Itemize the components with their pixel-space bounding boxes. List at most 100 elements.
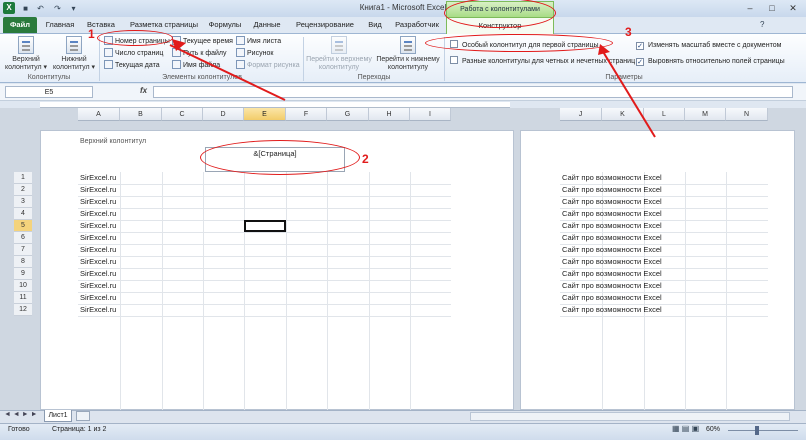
row-header[interactable]: 4 <box>14 208 32 220</box>
close-button[interactable]: ✕ <box>783 1 803 15</box>
row-header-selected[interactable]: 5 <box>14 220 32 232</box>
horizontal-scrollbar[interactable] <box>470 412 790 421</box>
align-checkbox[interactable]: ✓ <box>636 58 644 66</box>
footer-button[interactable]: Нижний колонтитул ▾ <box>52 36 96 72</box>
cell-a[interactable]: SirExcel.ru <box>80 196 116 208</box>
gridline <box>560 316 768 317</box>
cell-j[interactable]: Сайт про возможности Excel <box>562 280 662 292</box>
cell-a[interactable]: SirExcel.ru <box>80 220 116 232</box>
cell-j[interactable]: Сайт про возможности Excel <box>562 304 662 316</box>
cell-a[interactable]: SirExcel.ru <box>80 244 116 256</box>
tab-view[interactable]: Вид <box>364 17 386 34</box>
help-icon[interactable]: ? <box>760 20 764 29</box>
page-count-button[interactable]: Число страниц <box>104 48 163 59</box>
cell-a[interactable]: SirExcel.ru <box>80 304 116 316</box>
row-header[interactable]: 7 <box>14 244 32 256</box>
cell-j[interactable]: Сайт про возможности Excel <box>562 268 662 280</box>
current-time-button[interactable]: Текущее время <box>172 36 233 47</box>
cell-j[interactable]: Сайт про возможности Excel <box>562 184 662 196</box>
file-path-button[interactable]: Путь к файлу <box>172 48 226 59</box>
zoom-slider[interactable] <box>728 430 798 431</box>
cell-a[interactable]: SirExcel.ru <box>80 184 116 196</box>
column-header[interactable]: B <box>120 108 162 121</box>
cell-j[interactable]: Сайт про возможности Excel <box>562 232 662 244</box>
formula-input[interactable] <box>153 86 793 98</box>
column-header[interactable]: M <box>685 108 726 121</box>
row-header[interactable]: 10 <box>14 280 32 292</box>
group-label-headers: Колонтитулы <box>27 74 71 81</box>
cell-a[interactable]: SirExcel.ru <box>80 280 116 292</box>
picture-format-label: Формат рисунка <box>247 62 300 69</box>
column-header[interactable]: K <box>602 108 644 121</box>
column-header[interactable]: D <box>203 108 244 121</box>
row-header[interactable]: 6 <box>14 232 32 244</box>
cell-j[interactable]: Сайт про возможности Excel <box>562 244 662 256</box>
cell-j[interactable]: Сайт про возможности Excel <box>562 256 662 268</box>
cell-a[interactable]: SirExcel.ru <box>80 172 116 184</box>
row-header[interactable]: 11 <box>14 292 32 304</box>
tab-home[interactable]: Главная <box>43 17 77 34</box>
row-header[interactable]: 3 <box>14 196 32 208</box>
callout-1: 1 <box>88 27 95 41</box>
header-button[interactable]: Верхний колонтитул ▾ <box>4 36 48 72</box>
minimize-button[interactable]: – <box>740 1 760 15</box>
file-name-label: Имя файла <box>183 62 221 69</box>
row-header[interactable]: 9 <box>14 268 32 280</box>
column-header[interactable]: N <box>726 108 768 121</box>
cell-j[interactable]: Сайт про возможности Excel <box>562 292 662 304</box>
sheet-tab-1[interactable]: Лист1 <box>44 410 72 422</box>
odd-even-option[interactable]: Разные колонтитулы для четных и нечетных… <box>450 56 635 67</box>
goto-footer-icon <box>400 36 416 54</box>
cell-j[interactable]: Сайт про возможности Excel <box>562 220 662 232</box>
new-sheet-icon[interactable] <box>76 411 90 421</box>
align-option[interactable]: ✓ Выровнять относительно полей страницы <box>636 56 785 67</box>
tab-developer[interactable]: Разработчик <box>392 17 442 34</box>
column-header[interactable]: H <box>369 108 410 121</box>
scale-checkbox[interactable]: ✓ <box>636 42 644 50</box>
column-header[interactable]: J <box>560 108 602 121</box>
column-header[interactable]: C <box>162 108 203 121</box>
cell-a[interactable]: SirExcel.ru <box>80 232 116 244</box>
view-buttons-icon[interactable]: ▦ ▤ ▣ <box>672 424 699 433</box>
row-header[interactable]: 8 <box>14 256 32 268</box>
tab-formulas[interactable]: Формулы <box>206 17 244 34</box>
cell-a[interactable]: SirExcel.ru <box>80 292 116 304</box>
tab-file[interactable]: Файл <box>3 17 37 33</box>
fx-icon[interactable]: fx <box>140 86 147 95</box>
row-header[interactable]: 12 <box>14 304 32 316</box>
row-header[interactable]: 1 <box>14 172 32 184</box>
folder-icon <box>172 48 181 57</box>
cell-j[interactable]: Сайт про возможности Excel <box>562 196 662 208</box>
active-cell-e5[interactable] <box>244 220 286 232</box>
tab-review[interactable]: Рецензирование <box>290 17 360 34</box>
column-header[interactable]: L <box>644 108 685 121</box>
odd-even-checkbox[interactable] <box>450 56 458 64</box>
scale-option[interactable]: ✓ Изменять масштаб вместе с документом <box>636 40 781 51</box>
name-box[interactable]: E5 <box>5 86 93 98</box>
column-header[interactable]: G <box>327 108 369 121</box>
cell-j[interactable]: Сайт про возможности Excel <box>562 172 662 184</box>
group-separator <box>99 37 100 81</box>
group-label-nav: Переходы <box>357 74 391 81</box>
zoom-level[interactable]: 60% <box>706 426 720 433</box>
row-header[interactable]: 2 <box>14 184 32 196</box>
maximize-button[interactable]: □ <box>762 1 782 15</box>
zoom-slider-thumb[interactable] <box>755 426 759 435</box>
cell-a[interactable]: SirExcel.ru <box>80 208 116 220</box>
gridline <box>78 268 451 269</box>
current-date-button[interactable]: Текущая дата <box>104 60 160 71</box>
column-header-selected[interactable]: E <box>244 108 286 121</box>
sheet-nav-arrows-icon[interactable]: ◄ ◄ ► ► <box>4 411 38 418</box>
cell-j[interactable]: Сайт про возможности Excel <box>562 208 662 220</box>
picture-format-button[interactable]: Формат рисунка <box>236 60 300 71</box>
goto-header-button[interactable]: Перейти к верхнему колонтитулу <box>306 36 372 72</box>
column-header[interactable]: A <box>78 108 120 121</box>
sheet-name-button[interactable]: Имя листа <box>236 36 281 47</box>
file-name-button[interactable]: Имя файла <box>172 60 220 71</box>
cell-a[interactable]: SirExcel.ru <box>80 268 116 280</box>
picture-button[interactable]: Рисунок <box>236 48 273 59</box>
column-header[interactable]: I <box>410 108 451 121</box>
column-header[interactable]: F <box>286 108 327 121</box>
tab-data[interactable]: Данные <box>250 17 284 34</box>
cell-a[interactable]: SirExcel.ru <box>80 256 116 268</box>
